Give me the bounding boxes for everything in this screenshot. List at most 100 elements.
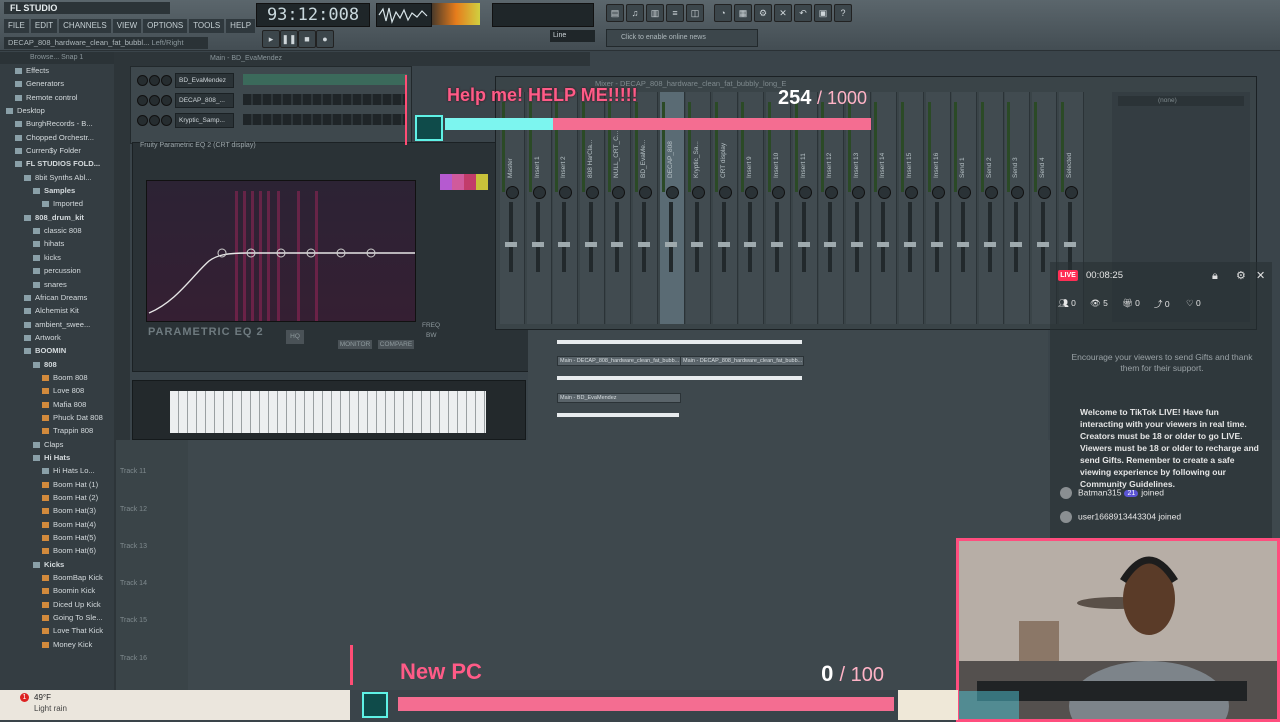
mixer-track[interactable]: Insert 14	[872, 92, 898, 324]
volume-fader[interactable]	[509, 202, 513, 272]
volume-fader[interactable]	[908, 202, 912, 272]
browser-sample-item[interactable]: Going To Sle...	[0, 611, 114, 624]
pan-knob[interactable]	[958, 186, 972, 199]
pattern-clip[interactable]: Main - BD_EvaMendez	[557, 393, 681, 403]
weather-alert-icon[interactable]: 1	[20, 693, 29, 702]
piano-roll-icon[interactable]: ♫	[626, 4, 644, 22]
channel-name[interactable]: BD_EvaMendez	[175, 73, 234, 88]
track-label[interactable]: Track 11	[120, 468, 146, 475]
browser-sample-item[interactable]: Boomin Kick	[0, 584, 114, 597]
volume-fader[interactable]	[562, 202, 567, 272]
mixer-track[interactable]: Insert 15	[899, 92, 924, 324]
menu-edit[interactable]: EDIT	[30, 19, 58, 33]
volume-fader[interactable]	[642, 202, 646, 272]
pattern-song-toggle[interactable]: ▸	[262, 30, 280, 48]
channel-rack-header[interactable]: Main - BD_EvaMendez	[130, 52, 590, 66]
browser-folder-item[interactable]: classic 808	[0, 224, 114, 237]
channel-name[interactable]: Kryptic_Samp...	[175, 113, 234, 128]
fader-cap[interactable]	[1037, 242, 1049, 247]
piano-keyboard[interactable]	[170, 391, 486, 433]
fader-cap[interactable]	[930, 242, 943, 247]
browser-sample-item[interactable]: Love That Kick	[0, 624, 114, 637]
browser-folder-item[interactable]: Artwork	[0, 331, 114, 344]
browser-folder-item[interactable]: Remote control	[0, 91, 114, 104]
volume-fader[interactable]	[588, 202, 593, 272]
menu-help[interactable]: HELP	[226, 19, 256, 33]
pan-knob[interactable]	[149, 115, 160, 126]
volume-fader[interactable]	[748, 202, 753, 272]
menu-file[interactable]: FILE	[4, 19, 29, 33]
channel-name[interactable]: DECAP_808_...	[175, 93, 234, 108]
fader-cap[interactable]	[744, 242, 757, 247]
browser-folder-item[interactable]: African Dreams	[0, 291, 114, 304]
track-label[interactable]: Track 14	[120, 580, 147, 587]
browser-folder-item[interactable]: 8bit Synths Abl...	[0, 171, 114, 184]
snap-mode-select[interactable]: Line	[550, 30, 595, 42]
pan-knob[interactable]	[665, 186, 679, 199]
channel-row[interactable]: Kryptic_Samp...	[137, 113, 407, 128]
volume-knob[interactable]	[161, 115, 172, 126]
browser-sample-item[interactable]: Boom Hat(3)	[0, 504, 114, 517]
help-icon[interactable]: ?	[834, 4, 852, 22]
fader-cap[interactable]	[717, 242, 730, 247]
pattern-clip[interactable]: Main - DECAP_808_hardware_clean_fat_bubb…	[557, 356, 681, 366]
mixer-track[interactable]: Send 2	[978, 92, 1004, 324]
channel-row[interactable]: BD_EvaMendez	[137, 73, 407, 88]
pause-button[interactable]: ❚❚	[280, 30, 298, 48]
browser-sample-item[interactable]: Boom Hat (1)	[0, 478, 114, 491]
mute-led[interactable]	[137, 75, 148, 86]
pan-knob[interactable]	[1011, 186, 1025, 199]
pan-knob[interactable]	[692, 186, 706, 199]
browser-folder-item[interactable]: Chopped Orchestr...	[0, 131, 114, 144]
browser-sample-item[interactable]: Boom Hat (2)	[0, 491, 114, 504]
menu-tools[interactable]: TOOLS	[189, 19, 225, 33]
browser-sample-item[interactable]: BoomBap Kick	[0, 571, 114, 584]
pan-knob[interactable]	[1064, 186, 1078, 199]
track-label[interactable]: Track 12	[120, 506, 147, 513]
volume-fader[interactable]	[881, 202, 886, 272]
volume-fader[interactable]	[801, 202, 806, 272]
browser-folder-item[interactable]: Hi Hats Lo...	[0, 464, 114, 477]
volume-fader[interactable]	[615, 202, 620, 272]
fader-cap[interactable]	[611, 242, 624, 247]
fx-slot[interactable]: (none)	[1118, 96, 1244, 106]
pan-knob[interactable]	[825, 186, 839, 199]
browser-sample-item[interactable]: Mafia 808	[0, 398, 114, 411]
mixer-icon[interactable]: ≡	[666, 4, 684, 22]
step-sequencer[interactable]	[243, 114, 407, 125]
browser-folder-item[interactable]: Alchemist Kit	[0, 304, 114, 317]
fader-cap[interactable]	[983, 242, 996, 247]
fader-cap[interactable]	[771, 242, 783, 247]
pan-knob[interactable]	[559, 186, 573, 199]
track-label[interactable]: Track 15	[120, 617, 147, 624]
mute-led[interactable]	[137, 95, 148, 106]
pan-knob[interactable]	[798, 186, 812, 199]
pattern-clip[interactable]: Main - DECAP_808_hardware_clean_fat_bubb…	[680, 356, 804, 366]
volume-fader[interactable]	[934, 202, 939, 272]
volume-fader[interactable]	[961, 202, 966, 272]
pan-knob[interactable]	[612, 186, 626, 199]
volume-knob[interactable]	[161, 75, 172, 86]
channel-row[interactable]: DECAP_808_...	[137, 93, 407, 108]
pan-knob[interactable]	[772, 186, 785, 199]
browser-sample-item[interactable]: Trappin 808	[0, 424, 114, 437]
volume-fader[interactable]	[1014, 202, 1019, 272]
step-sequencer[interactable]	[243, 94, 407, 105]
browser-icon[interactable]: ◫	[686, 4, 704, 22]
pan-knob[interactable]	[506, 186, 519, 199]
volume-fader[interactable]	[695, 202, 700, 272]
pan-knob[interactable]	[639, 186, 652, 199]
pan-knob[interactable]	[532, 186, 546, 199]
browser-sample-item[interactable]: Boom Hat(5)	[0, 531, 114, 544]
compare-button[interactable]: COMPARE	[378, 340, 414, 349]
browser-folder-item[interactable]: Curren$y Folder	[0, 144, 114, 157]
menu-view[interactable]: VIEW	[112, 19, 142, 33]
browser-folder-item[interactable]: Kicks	[0, 558, 114, 571]
hq-button[interactable]: HQ	[286, 330, 304, 344]
browser-folder-item[interactable]: hihats	[0, 237, 114, 250]
pan-knob[interactable]	[931, 186, 945, 199]
volume-fader[interactable]	[535, 202, 540, 272]
fader-cap[interactable]	[1010, 242, 1023, 247]
browser-folder-item[interactable]: Claps	[0, 438, 114, 451]
browser-header[interactable]: Browse... Snap 1	[0, 52, 114, 64]
